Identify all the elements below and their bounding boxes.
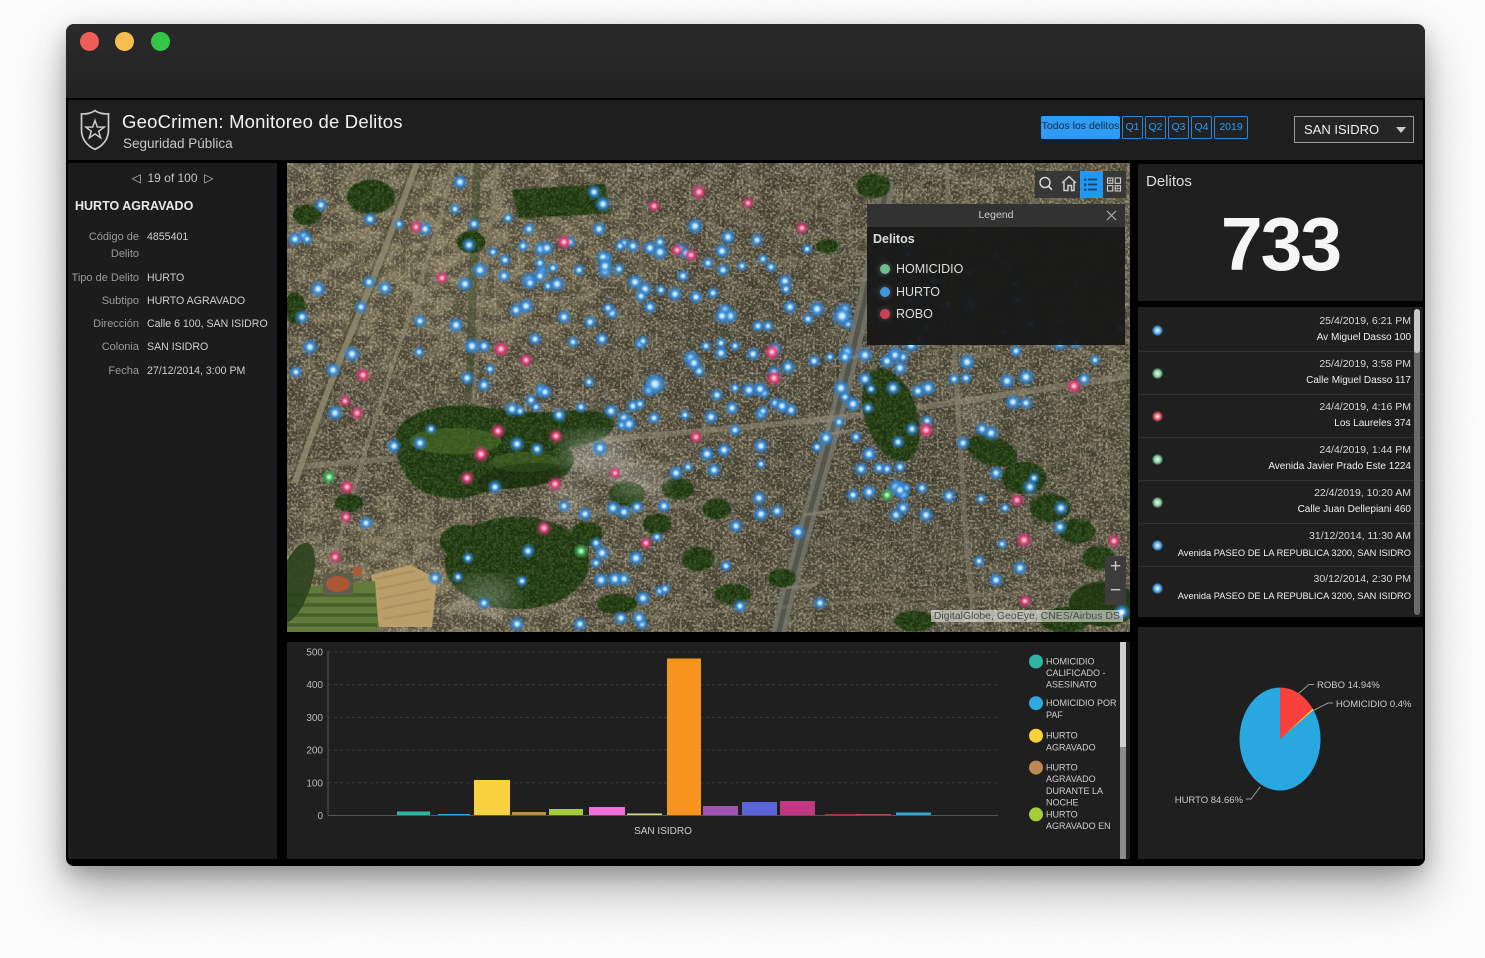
svg-text:DURANTE LA: DURANTE LA <box>1046 786 1103 796</box>
svg-text:HOMICIDIO: HOMICIDIO <box>1046 657 1095 667</box>
svg-text:0: 0 <box>317 811 323 822</box>
svg-text:300: 300 <box>306 713 323 724</box>
svg-text:HURTO: HURTO <box>1046 731 1078 741</box>
svg-text:AGRAVADO EN: AGRAVADO EN <box>1046 821 1111 831</box>
svg-text:CALIFICADO -: CALIFICADO - <box>1046 668 1106 678</box>
svg-text:PAF: PAF <box>1046 710 1063 720</box>
svg-text:HURTO: HURTO <box>1046 809 1078 819</box>
svg-text:AGRAVADO: AGRAVADO <box>1046 774 1096 784</box>
svg-text:ROBO 14.94%: ROBO 14.94% <box>1317 680 1380 691</box>
svg-text:NOCHE: NOCHE <box>1046 797 1079 807</box>
svg-text:AGRAVADO: AGRAVADO <box>1046 742 1096 752</box>
svg-text:HOMICIDIO 0.4%: HOMICIDIO 0.4% <box>1336 699 1412 710</box>
svg-text:100: 100 <box>306 778 323 789</box>
svg-text:HURTO: HURTO <box>1046 763 1078 773</box>
svg-text:400: 400 <box>306 680 323 691</box>
svg-text:SAN ISIDRO: SAN ISIDRO <box>634 826 692 837</box>
svg-text:HOMICIDIO POR: HOMICIDIO POR <box>1046 698 1117 708</box>
svg-text:HURTO 84.66%: HURTO 84.66% <box>1175 795 1244 806</box>
svg-text:500: 500 <box>306 648 323 659</box>
svg-text:ASESINATO: ASESINATO <box>1046 680 1097 690</box>
svg-text:200: 200 <box>306 746 323 757</box>
